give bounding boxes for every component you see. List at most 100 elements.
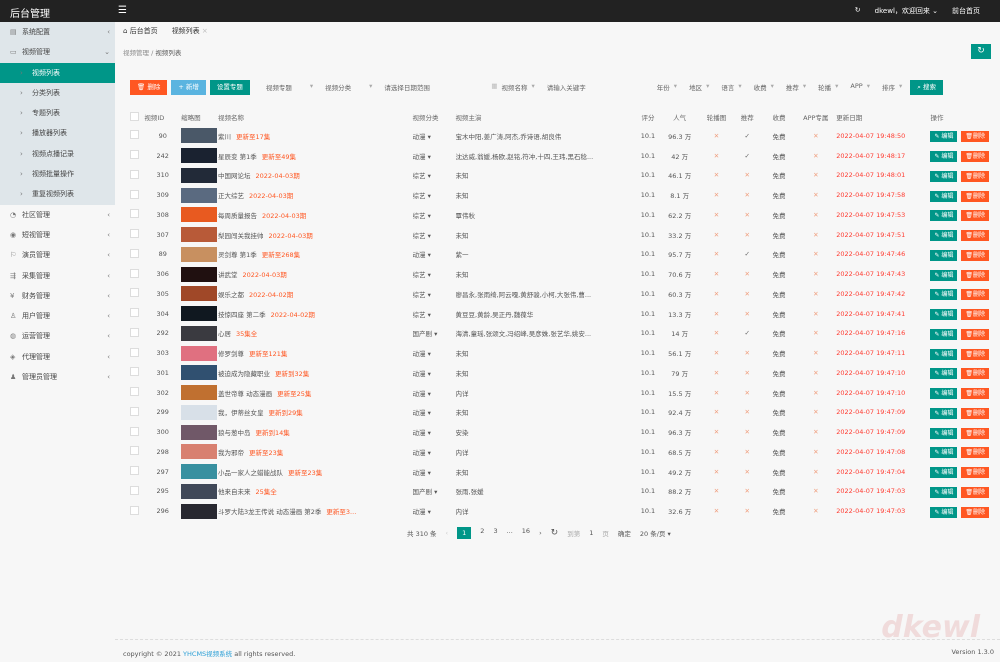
close-icon[interactable]: × — [202, 27, 208, 35]
sidebar-subitem-1[interactable]: › 分类列表 — [0, 82, 115, 104]
sidebar-subitem-4[interactable]: › 视频点播记录 — [0, 143, 115, 165]
thumbnail[interactable] — [181, 444, 218, 460]
confirm-button[interactable]: 确定 — [618, 528, 631, 538]
category-select[interactable]: 综艺 ▾ — [413, 225, 456, 245]
category-select[interactable]: 综艺 ▾ — [413, 185, 456, 205]
sidebar-item-9[interactable]: ◈ 代理管理 ‹ — [0, 347, 115, 367]
category-select[interactable]: 动漫 ▾ — [413, 501, 456, 521]
video-name[interactable]: 他来自未来 — [218, 488, 251, 496]
thumbnail[interactable] — [181, 286, 218, 302]
video-name[interactable]: 正大综艺 — [218, 192, 244, 200]
thumbnail[interactable] — [181, 187, 218, 203]
edit-button[interactable]: ✎ 编辑 — [930, 151, 958, 163]
carousel-toggle[interactable]: ✕ — [701, 304, 732, 324]
page-input[interactable]: 1 — [589, 529, 593, 537]
row-checkbox[interactable] — [130, 505, 139, 515]
carousel-toggle[interactable]: ✕ — [701, 205, 732, 225]
edit-button[interactable]: ✎ 编辑 — [930, 467, 958, 479]
video-name[interactable]: 每周质量报告 — [218, 212, 257, 220]
category-select[interactable]: 综艺 ▾ — [413, 205, 456, 225]
app-exclusive-toggle[interactable]: ✕ — [795, 205, 836, 225]
carousel-toggle[interactable]: ✕ — [701, 146, 732, 166]
thumbnail[interactable] — [181, 148, 218, 164]
row-checkbox[interactable] — [130, 367, 139, 377]
app-exclusive-toggle[interactable]: ✕ — [795, 245, 836, 265]
recommend-toggle[interactable]: ✕ — [732, 225, 763, 245]
delete-button[interactable]: 🗑删除 — [961, 388, 990, 400]
app-exclusive-toggle[interactable]: ✕ — [795, 482, 836, 502]
thumbnail[interactable] — [181, 424, 218, 440]
thumbnail[interactable] — [181, 345, 218, 361]
video-name[interactable]: 小品一家人之蜡能战队 — [218, 469, 283, 477]
delete-button[interactable]: 🗑删除 — [961, 486, 990, 498]
recommend-toggle[interactable]: ✕ — [732, 205, 763, 225]
sidebar-item-3[interactable]: ◉ 短视管理 ‹ — [0, 225, 115, 245]
sidebar-item-2[interactable]: ◔ 社区管理 ‹ — [0, 205, 115, 225]
page-3[interactable]: 3 — [493, 527, 497, 539]
carousel-toggle[interactable]: ✕ — [701, 225, 732, 245]
row-checkbox[interactable] — [130, 189, 139, 199]
edit-button[interactable]: ✎ 编辑 — [930, 289, 958, 301]
carousel-toggle[interactable]: ✕ — [701, 422, 732, 442]
sidebar-subitem-5[interactable]: › 视频批量操作 — [0, 164, 115, 185]
app-exclusive-toggle[interactable]: ✕ — [795, 383, 836, 403]
app-exclusive-toggle[interactable]: ✕ — [795, 363, 836, 383]
field-select[interactable]: ▦ 视频名称 ▾ — [491, 82, 534, 92]
sidebar-item-8[interactable]: ◍ 运营管理 ‹ — [0, 326, 115, 346]
delete-button[interactable]: 🗑删除 — [961, 151, 990, 163]
category-select[interactable]: 动漫 ▾ — [413, 146, 456, 166]
recommend-toggle[interactable]: ✓ — [732, 126, 763, 146]
filter-select-1[interactable]: 地区 ▾ — [689, 82, 709, 92]
delete-button[interactable]: 🗑删除 — [961, 447, 990, 459]
video-name[interactable]: 心居 — [218, 330, 231, 338]
video-name[interactable]: 中国网论坛 — [218, 172, 251, 180]
topic-select[interactable]: 视频专题 ▾ — [266, 82, 313, 92]
recommend-toggle[interactable]: ✕ — [732, 482, 763, 502]
category-select[interactable]: 综艺 ▾ — [413, 284, 456, 304]
carousel-toggle[interactable]: ✕ — [701, 245, 732, 265]
delete-button[interactable]: 🗑删除 — [961, 309, 990, 321]
recommend-toggle[interactable]: ✓ — [732, 245, 763, 265]
video-name[interactable]: 修罗剑尊 — [218, 350, 244, 358]
category-select[interactable]: 视频分类 ▾ — [325, 82, 372, 92]
delete-button[interactable]: 🗑删除 — [961, 506, 990, 518]
edit-button[interactable]: ✎ 编辑 — [930, 388, 958, 400]
edit-button[interactable]: ✎ 编辑 — [930, 230, 958, 242]
category-select[interactable]: 综艺 ▾ — [413, 166, 456, 186]
app-exclusive-toggle[interactable]: ✕ — [795, 462, 836, 482]
carousel-toggle[interactable]: ✕ — [701, 343, 732, 363]
edit-button[interactable]: ✎ 编辑 — [930, 368, 958, 380]
per-page-select[interactable]: 20 条/页 ▾ — [640, 528, 671, 538]
page-16[interactable]: 16 — [522, 527, 530, 539]
recommend-toggle[interactable]: ✕ — [732, 501, 763, 521]
prev-page-icon[interactable]: ‹ — [446, 529, 449, 537]
edit-button[interactable]: ✎ 编辑 — [930, 190, 958, 202]
carousel-toggle[interactable]: ✕ — [701, 264, 732, 284]
search-button[interactable]: ⌕ 搜索 — [910, 79, 943, 95]
thumbnail[interactable] — [181, 503, 218, 519]
app-exclusive-toggle[interactable]: ✕ — [795, 324, 836, 344]
sidebar-subitem-3[interactable]: › 播放器列表 — [0, 123, 115, 144]
edit-button[interactable]: ✎ 编辑 — [930, 309, 958, 321]
tab-home[interactable]: ⌂ 后台首页 — [123, 26, 158, 36]
batch-delete-button[interactable]: 🗑 删除 — [130, 79, 168, 95]
brand-link[interactable]: YHCMS视频系统 — [183, 650, 232, 658]
refresh-icon[interactable]: ↻ — [855, 6, 861, 16]
row-checkbox[interactable] — [130, 209, 139, 219]
edit-button[interactable]: ✎ 编辑 — [930, 210, 958, 222]
app-exclusive-toggle[interactable]: ✕ — [795, 225, 836, 245]
recommend-toggle[interactable]: ✕ — [732, 462, 763, 482]
thumbnail[interactable] — [181, 464, 218, 480]
row-checkbox[interactable] — [130, 248, 139, 258]
category-select[interactable]: 动漫 ▾ — [413, 245, 456, 265]
carousel-toggle[interactable]: ✕ — [701, 442, 732, 462]
row-checkbox[interactable] — [130, 446, 139, 456]
refresh-page-icon[interactable]: ↻ — [551, 528, 559, 538]
thumbnail[interactable] — [181, 266, 218, 282]
thumbnail[interactable] — [181, 365, 218, 381]
carousel-toggle[interactable]: ✕ — [701, 324, 732, 344]
carousel-toggle[interactable]: ✕ — [701, 403, 732, 423]
recommend-toggle[interactable]: ✕ — [732, 284, 763, 304]
next-page-icon[interactable]: › — [539, 529, 542, 537]
row-checkbox[interactable] — [130, 387, 139, 397]
